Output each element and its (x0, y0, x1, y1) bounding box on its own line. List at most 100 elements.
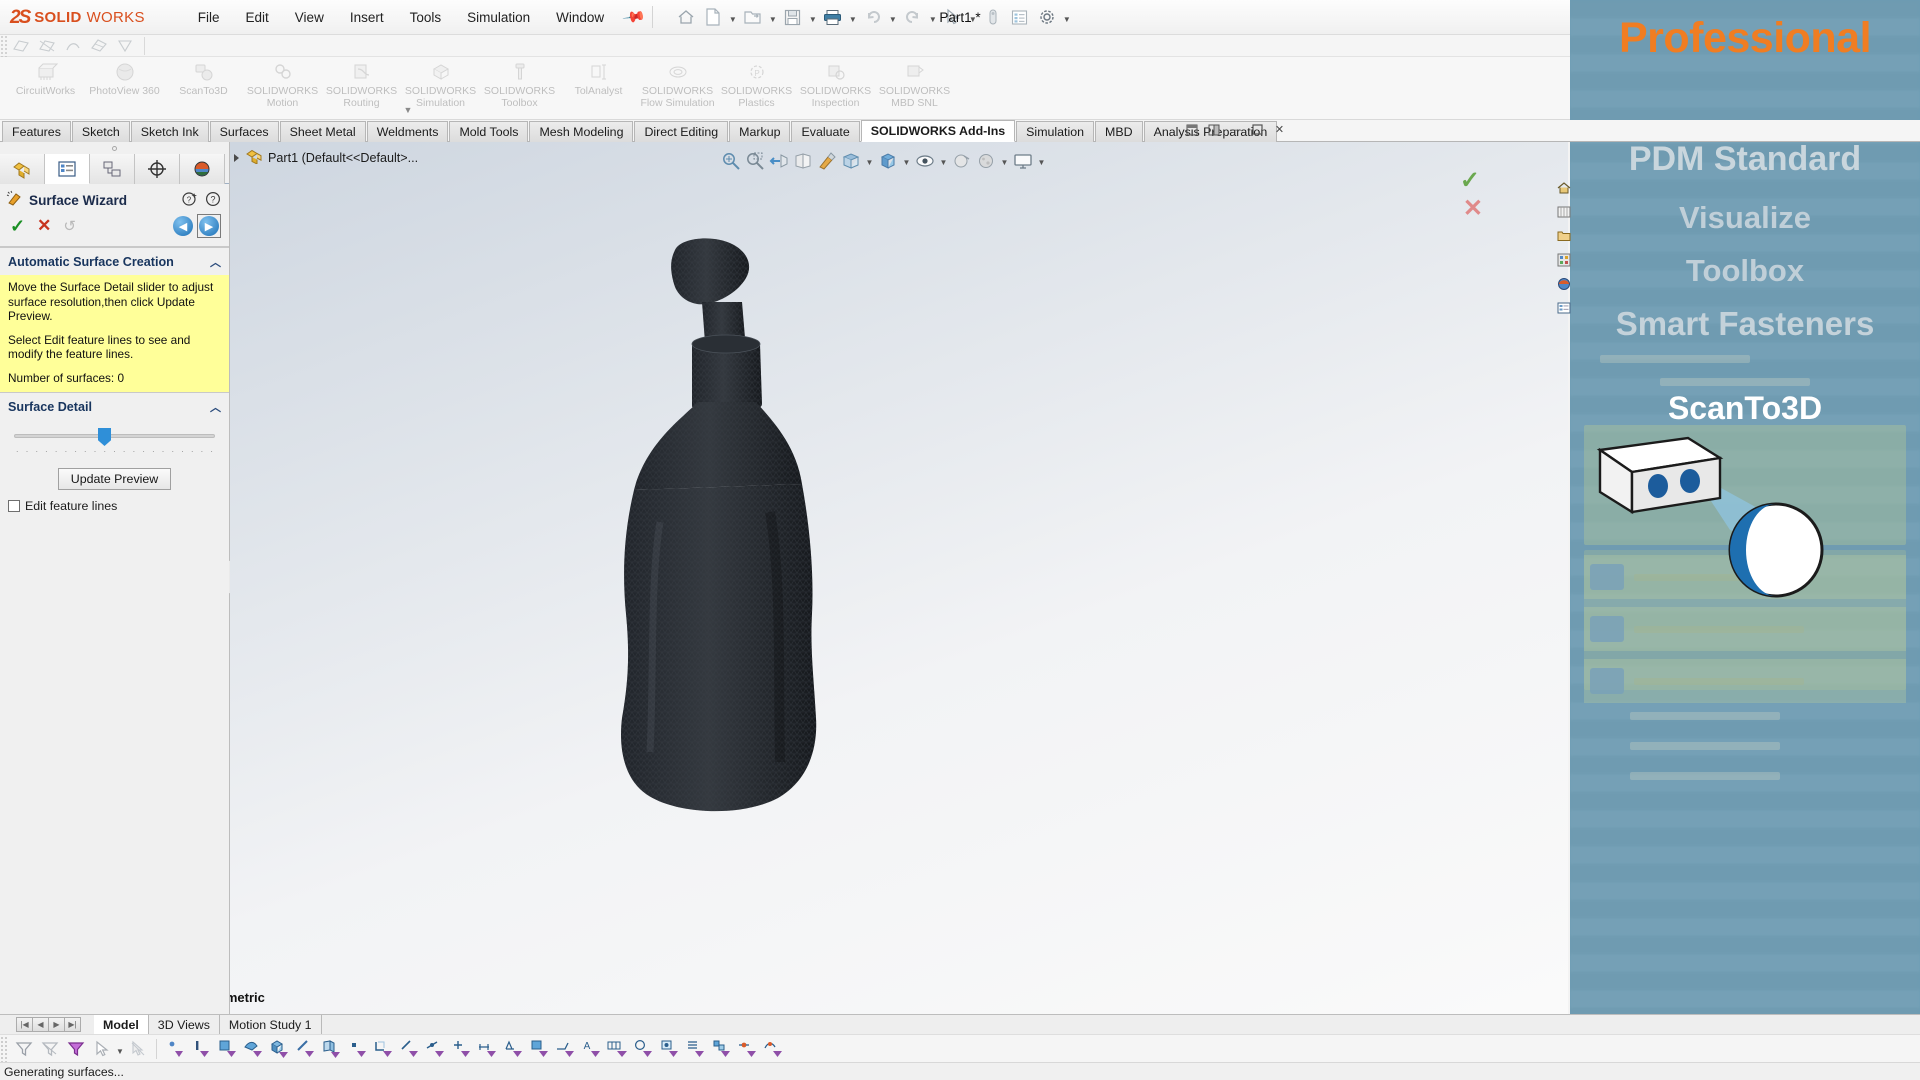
display-style-caret[interactable]: ▼ (901, 150, 912, 172)
tab-evaluate[interactable]: Evaluate (791, 121, 860, 142)
menu-item-view[interactable]: View (282, 6, 337, 29)
home-view-icon[interactable] (1556, 180, 1572, 196)
view-settings-caret[interactable]: ▼ (1036, 150, 1047, 172)
tab-mesh-modeling[interactable]: Mesh Modeling (529, 121, 634, 142)
section-automatic-surface-creation[interactable]: Automatic Surface Creation ︿ (0, 247, 229, 275)
close-icon[interactable]: ✕ (1271, 121, 1288, 138)
ribbon-item-flow-simulation[interactable]: SOLIDWORKS Flow Simulation (638, 57, 717, 109)
accept-button[interactable]: ✓ (10, 216, 25, 237)
file-explorer-icon[interactable] (1556, 300, 1572, 316)
tab-direct-editing[interactable]: Direct Editing (634, 121, 729, 142)
filter-face-icon[interactable] (215, 1037, 239, 1061)
ribbon-item-tolanalyst[interactable]: TolAnalyst (559, 57, 638, 98)
home-icon[interactable] (673, 4, 699, 30)
options-list-icon[interactable] (1007, 4, 1033, 30)
print-icon[interactable] (820, 4, 846, 30)
new-document-caret[interactable]: ▼ (727, 4, 739, 30)
filter-center-mark-icon[interactable] (449, 1037, 473, 1061)
feature-manager-tree-tab[interactable] (0, 154, 45, 184)
tab-weldments[interactable]: Weldments (366, 121, 449, 142)
surface-extend-icon[interactable] (62, 37, 84, 55)
save-icon[interactable] (780, 4, 806, 30)
menu-item-tools[interactable]: Tools (397, 6, 455, 29)
surface-fill-icon[interactable] (88, 37, 110, 55)
chevron-up-icon[interactable]: ︿ (210, 254, 221, 270)
surface-offset-icon[interactable] (114, 37, 136, 55)
surface-trim-icon[interactable] (36, 37, 58, 55)
select-none-icon[interactable] (126, 1037, 150, 1061)
ribbon-item-scanto3d[interactable]: ScanTo3D (164, 57, 243, 98)
menu-item-insert[interactable]: Insert (337, 6, 397, 29)
ribbon-item-motion[interactable]: SOLIDWORKS Motion (243, 57, 322, 109)
toolbar-grip[interactable] (0, 34, 8, 57)
menu-item-file[interactable]: File (185, 6, 233, 29)
surface-knit-icon[interactable] (10, 37, 32, 55)
expand-triangle-icon[interactable] (234, 153, 239, 162)
select-dropdown-caret[interactable]: ▼ (115, 1037, 125, 1061)
display-style-cube-icon[interactable] (877, 150, 899, 172)
open-caret[interactable]: ▼ (767, 4, 779, 30)
tab-simulation[interactable]: Simulation (1016, 121, 1095, 142)
edit-feature-lines-row[interactable]: Edit feature lines (0, 496, 229, 513)
filter-sketch-icon[interactable] (371, 1037, 395, 1061)
design-library-icon[interactable] (1556, 204, 1572, 220)
graphics-viewport[interactable]: Part1 (Default<<Default>... ▼ ▼ ▼ ▼ ▼ ✓ … (230, 142, 1568, 1014)
tab-sketch[interactable]: Sketch (71, 121, 130, 142)
minimize-icon[interactable]: — (1227, 121, 1244, 138)
filter-surface-finish-icon[interactable] (501, 1037, 525, 1061)
filter-edge-icon[interactable] (189, 1037, 213, 1061)
apply-scene-icon[interactable] (951, 150, 973, 172)
filter-midpoint-icon[interactable] (423, 1037, 447, 1061)
previous-icon[interactable]: ◀ (32, 1017, 49, 1032)
appearance-sphere-icon[interactable] (975, 150, 997, 172)
tile-icon[interactable] (1205, 121, 1222, 138)
filter-surface-icon[interactable] (241, 1037, 265, 1061)
first-icon[interactable]: |◀ (16, 1017, 33, 1032)
wizard-back-button[interactable]: ◀ (173, 216, 193, 236)
settings-gear-icon[interactable] (1034, 4, 1060, 30)
confirm-check-icon[interactable]: ✓ (1460, 166, 1480, 195)
redo-caret[interactable]: ▼ (927, 4, 939, 30)
previous-view-icon[interactable] (768, 150, 790, 172)
ribbon-item-simulation[interactable]: SOLIDWORKS Simulation (401, 57, 480, 109)
ribbon-item-mbd-snl[interactable]: SOLIDWORKS MBD SNL (875, 57, 954, 109)
ribbon-item-inspection[interactable]: SOLIDWORKS Inspection (796, 57, 875, 109)
select-caret[interactable]: ▼ (967, 4, 979, 30)
zoom-to-fit-icon[interactable] (720, 150, 742, 172)
chevron-up-icon[interactable]: ︿ (210, 399, 221, 415)
save-caret[interactable]: ▼ (807, 4, 819, 30)
filter-dimension-icon[interactable] (475, 1037, 499, 1061)
zoom-to-area-icon[interactable] (744, 150, 766, 172)
undo-icon[interactable] (860, 4, 886, 30)
view-orientation-icon[interactable] (840, 150, 862, 172)
wizard-next-button-frame[interactable]: ▶ (197, 214, 221, 238)
open-folder-icon[interactable] (740, 4, 766, 30)
filter-vertex-icon[interactable] (163, 1037, 187, 1061)
section-view-icon[interactable] (792, 150, 814, 172)
maximize-icon[interactable] (1249, 121, 1266, 138)
wizard-next-button[interactable]: ▶ (199, 216, 219, 236)
feature-tree-root[interactable]: Part1 (Default<<Default>... (234, 148, 418, 167)
dimxpert-manager-tab[interactable] (135, 154, 180, 184)
filter-plane-icon[interactable] (319, 1037, 343, 1061)
next-icon[interactable]: ▶ (48, 1017, 65, 1032)
settings-caret[interactable]: ▼ (1061, 4, 1073, 30)
filter-weld-symbol-icon[interactable] (553, 1037, 577, 1061)
select-arrow-icon[interactable] (90, 1037, 114, 1061)
restore-down-icon[interactable] (1183, 121, 1200, 138)
filter-datum-icon[interactable]: A (579, 1037, 603, 1061)
ribbon-item-circuitworks[interactable]: CircuitWorks (6, 57, 85, 98)
tab-sheet-metal[interactable]: Sheet Metal (279, 121, 366, 142)
ribbon-item-plastics[interactable]: P SOLIDWORKS Plastics (717, 57, 796, 109)
filter-point-icon[interactable] (345, 1037, 369, 1061)
filter-icon[interactable] (12, 1037, 36, 1061)
filter-note-icon[interactable] (527, 1037, 551, 1061)
undo-caret[interactable]: ▼ (887, 4, 899, 30)
filter-active-icon[interactable] (64, 1037, 88, 1061)
tab-mbd[interactable]: MBD (1095, 121, 1143, 142)
tab-sketch-ink[interactable]: Sketch Ink (130, 121, 209, 142)
menu-item-window[interactable]: Window (543, 6, 617, 29)
appearance-caret[interactable]: ▼ (999, 150, 1010, 172)
view-orientation-caret[interactable]: ▼ (864, 150, 875, 172)
tab-model[interactable]: Model (94, 1014, 149, 1035)
